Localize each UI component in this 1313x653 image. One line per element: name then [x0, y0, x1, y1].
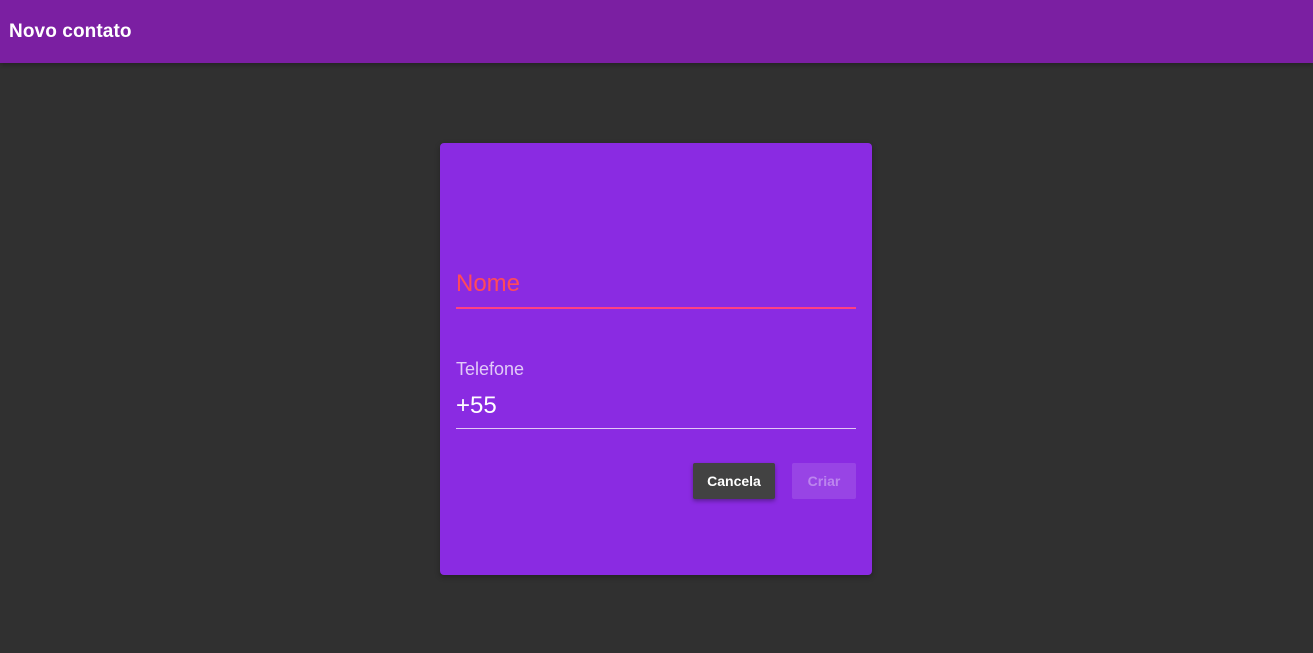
cancel-button[interactable]: Cancela [693, 463, 775, 499]
page-title: Novo contato [9, 20, 132, 42]
new-contact-form-card: Nome Telefone Cancela Criar [440, 143, 872, 575]
telefone-input[interactable] [456, 392, 856, 420]
app-bar: Novo contato [0, 0, 1313, 63]
nome-placeholder: Nome [456, 270, 521, 297]
telefone-field[interactable]: Telefone [456, 355, 856, 429]
telefone-label: Telefone [456, 359, 525, 379]
nome-field[interactable]: Nome [456, 263, 856, 309]
create-button[interactable]: Criar [792, 463, 856, 499]
